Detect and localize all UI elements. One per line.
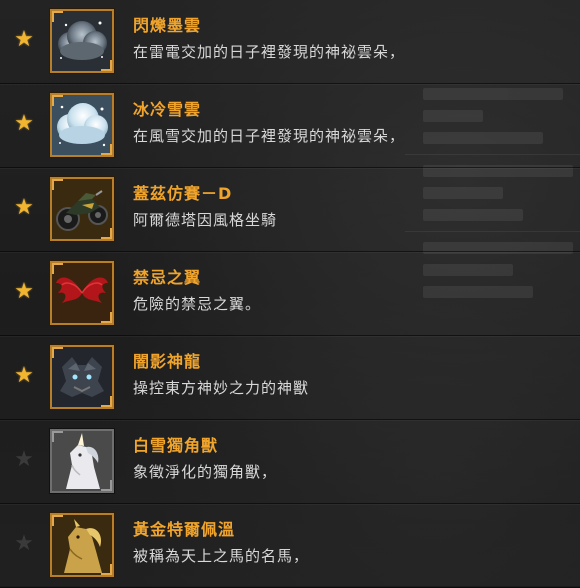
golden-horse-icon xyxy=(50,513,114,577)
item-name: 白雪獨角獸 xyxy=(133,436,219,455)
item-name: 禁忌之翼 xyxy=(133,268,202,287)
white-unicorn-icon xyxy=(50,429,114,493)
favorite-star-icon[interactable]: ★ xyxy=(12,364,36,388)
motorcycle-icon xyxy=(50,177,114,241)
item-description: 危險的禁忌之翼。 xyxy=(133,295,262,313)
item-description: 在雷電交加的日子裡發現的神祕雲朵， xyxy=(133,43,406,61)
item-name: 蓋茲仿賽－D xyxy=(133,184,233,203)
item-name: 冰冷雪雲 xyxy=(133,100,202,119)
list-item[interactable]: ★ 白雪獨角獸 象徵淨化的獨角獸， xyxy=(0,420,580,504)
item-name: 黃金特爾佩溫 xyxy=(133,520,236,539)
dark-cloud-icon xyxy=(50,9,114,73)
favorite-star-icon[interactable]: ★ xyxy=(12,532,36,556)
list-item[interactable]: ★ 黃金特爾佩溫 被稱為天上之馬的名馬， xyxy=(0,504,580,588)
list-item[interactable]: ★ 禁忌之翼 危險的禁忌之翼。 xyxy=(0,252,580,336)
red-wings-icon xyxy=(50,261,114,325)
favorite-star-icon[interactable]: ★ xyxy=(12,112,36,136)
item-description: 阿爾德塔因風格坐騎 xyxy=(133,211,278,229)
item-description: 被稱為天上之馬的名馬， xyxy=(133,547,310,565)
list-item[interactable]: ★ 闇影神龍 操控東方神妙之力的神獸 xyxy=(0,336,580,420)
mount-list: ★ 閃爍墨雲 在雷電交加的日子裡發現的神祕雲朵， ★ 冰冷雪雲 在風雪交加的日子… xyxy=(0,0,580,588)
list-item[interactable]: ★ 冰冷雪雲 在風雪交加的日子裡發現的神祕雲朵， xyxy=(0,84,580,168)
favorite-star-icon[interactable]: ★ xyxy=(12,196,36,220)
item-description: 在風雪交加的日子裡發現的神祕雲朵， xyxy=(133,127,406,145)
favorite-star-icon[interactable]: ★ xyxy=(12,28,36,52)
favorite-star-icon[interactable]: ★ xyxy=(12,448,36,472)
snow-cloud-icon xyxy=(50,93,114,157)
list-item[interactable]: ★ 蓋茲仿賽－D 阿爾德塔因風格坐騎 xyxy=(0,168,580,252)
favorite-star-icon[interactable]: ★ xyxy=(12,280,36,304)
item-name: 闇影神龍 xyxy=(133,352,202,371)
item-description: 象徵淨化的獨角獸， xyxy=(133,463,278,481)
shadow-dragon-icon xyxy=(50,345,114,409)
item-description: 操控東方神妙之力的神獸 xyxy=(133,379,310,397)
item-name: 閃爍墨雲 xyxy=(133,16,202,35)
list-item[interactable]: ★ 閃爍墨雲 在雷電交加的日子裡發現的神祕雲朵， xyxy=(0,0,580,84)
